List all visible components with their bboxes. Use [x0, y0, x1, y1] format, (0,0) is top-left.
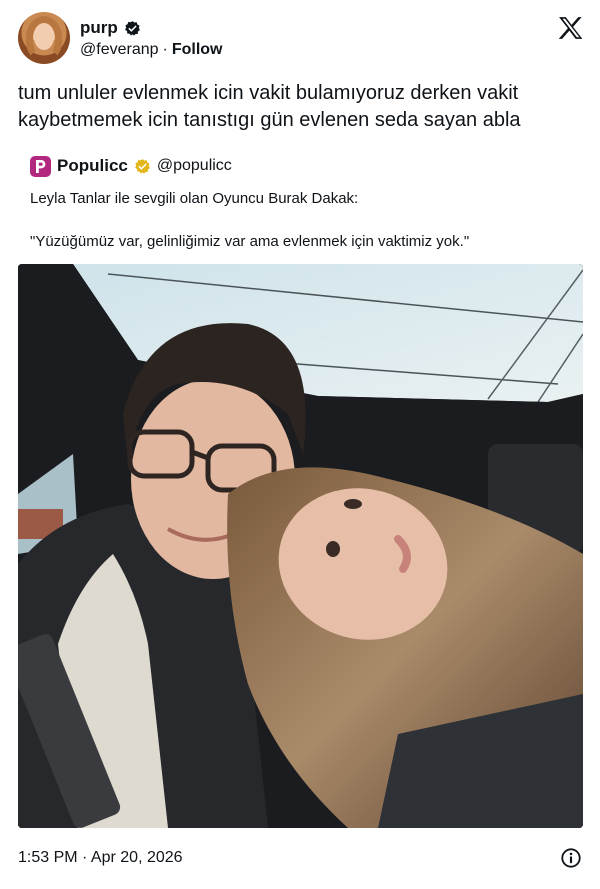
- quoted-photo[interactable]: [18, 264, 583, 828]
- avatar-face: [34, 24, 54, 50]
- author-handle[interactable]: @feveranp: [80, 41, 159, 59]
- author-display-name[interactable]: purp: [80, 18, 118, 38]
- verified-badge-icon: [124, 20, 140, 36]
- tweet-footer: 1:53 PM · Apr 20, 2026: [18, 847, 584, 869]
- tweet-header: purp @feveranp · Follow: [18, 12, 584, 66]
- author-name-row: purp: [80, 18, 141, 38]
- quoted-header: Populicc @populicc: [18, 152, 584, 180]
- photo-illustration: [18, 264, 583, 828]
- quoted-tweet[interactable]: Populicc @populicc Leyla Tanlar ile sevg…: [18, 152, 584, 250]
- populicc-logo-mark: [36, 159, 46, 173]
- x-logo-icon[interactable]: [558, 16, 584, 40]
- timestamp[interactable]: 1:53 PM · Apr 20, 2026: [18, 849, 183, 867]
- gold-verified-badge-icon: [134, 158, 150, 174]
- follow-button[interactable]: Follow: [172, 41, 223, 59]
- quoted-handle[interactable]: @populicc: [157, 157, 232, 175]
- avatar[interactable]: [18, 12, 70, 64]
- info-icon[interactable]: [560, 847, 582, 869]
- quoted-text-line1: Leyla Tanlar ile sevgili olan Oyuncu Bur…: [30, 190, 359, 207]
- separator-dot: ·: [162, 41, 168, 58]
- tweet-text: tum unluler evlenmek icin vakit bulamıyo…: [18, 82, 521, 131]
- quoted-text-line2: "Yüzüğümüz var, gelinliğimiz var ama evl…: [30, 233, 470, 250]
- populicc-logo[interactable]: [30, 155, 51, 177]
- author-handle-row: @feveranp · Follow: [80, 41, 223, 59]
- quoted-display-name[interactable]: Populicc: [57, 156, 128, 176]
